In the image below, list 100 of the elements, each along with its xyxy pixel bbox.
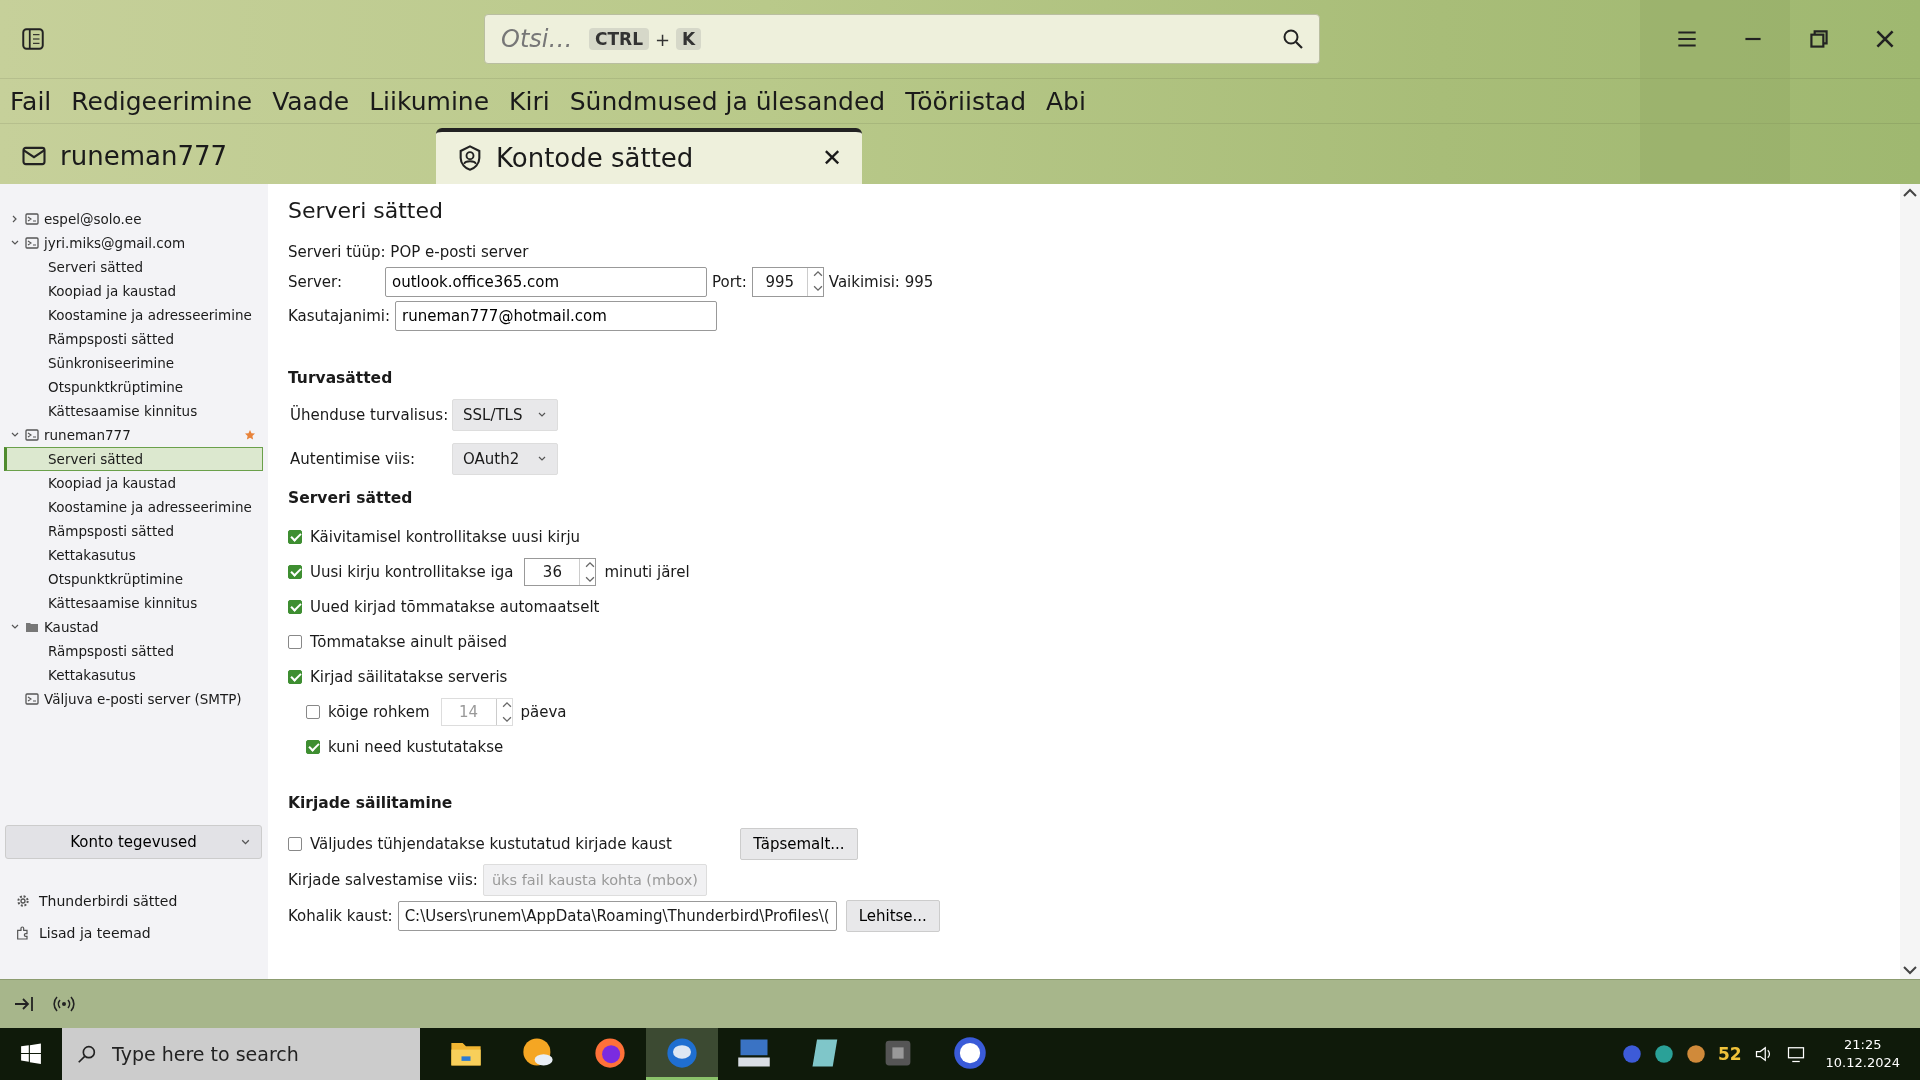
checkbox-label: kõige rohkem (328, 702, 430, 721)
settings-page-item[interactable]: Sünkroniseerimine (4, 351, 263, 375)
field-label: Server: (288, 273, 343, 291)
menu-item[interactable]: Sündmused ja ülesanded (569, 86, 886, 116)
tab[interactable]: Kontode sätted ✕ (436, 128, 862, 184)
mailbox-icon (25, 213, 39, 225)
field-label: Kirjade salvestamise viis: (288, 871, 478, 889)
menu-item[interactable]: Redigeerimine (71, 86, 253, 116)
section-heading: Serveri sätted (288, 489, 414, 507)
search-bar[interactable]: Otsi… CTRL + K (484, 14, 1320, 64)
folder-icon (25, 621, 39, 633)
menu-item[interactable]: Tööriistad (905, 86, 1026, 116)
checkbox-label: Uusi kirju kontrollitakse iga (310, 562, 514, 581)
number-spinner[interactable]: 36 (524, 557, 597, 586)
taskbar-search-input[interactable]: Type here to search (110, 1042, 414, 1066)
unit-label: minuti järel (604, 562, 690, 581)
browse-button[interactable]: Lehitse... (845, 900, 940, 932)
server-input-field[interactable]: outlook.office365.com (385, 267, 707, 297)
clock-date: 10.12.2024 (1825, 1054, 1900, 1072)
checkbox-label: Kirjad säilitatakse serveris (310, 667, 508, 686)
section-heading: Kirjade säilitamine (288, 794, 454, 812)
plus-sign: + (655, 28, 671, 50)
number-input[interactable]: 36 (525, 561, 580, 582)
puzzle-piece-icon (15, 925, 31, 941)
settings-page-item[interactable]: Kettakasutus (4, 543, 263, 567)
outbox-icon (25, 693, 39, 705)
settings-link[interactable]: Thunderbirdi sätted (39, 893, 178, 909)
menu-item[interactable]: Fail (10, 86, 52, 116)
windows-start-icon[interactable] (20, 1043, 42, 1065)
account-name: Kaustad (44, 619, 99, 635)
menu-item[interactable]: Abi (1046, 86, 1086, 116)
account-name: jyri.miks@gmail.com (44, 235, 186, 251)
settings-page-item[interactable]: Rämpsposti sätted (4, 639, 263, 663)
settings-page-item[interactable]: Kättesaamise kinnitus (4, 399, 263, 423)
field-label: Ühenduse turvalisus: (290, 406, 450, 424)
settings-page-item[interactable]: Koopiad ja kaustad (4, 471, 263, 495)
mailbox-icon (25, 237, 39, 249)
settings-page-item[interactable]: Kettakasutus (4, 663, 263, 687)
checkbox[interactable] (288, 529, 302, 544)
menu-item[interactable]: Kiri (509, 86, 550, 116)
settings-link[interactable]: Lisad ja teemad (39, 925, 151, 941)
checkbox-label: Tõmmatakse ainult päised (310, 632, 507, 651)
checkbox[interactable] (288, 599, 302, 614)
account-row[interactable]: espel@solo.ee (0, 207, 268, 231)
tray-app-icon[interactable] (1685, 1044, 1706, 1064)
checkbox-label: kuni need kustutatakse (328, 737, 504, 756)
checkbox[interactable] (306, 739, 320, 754)
menu-item[interactable]: Vaade (272, 86, 350, 116)
scrollbar[interactable] (1900, 184, 1920, 979)
close-tab-button[interactable]: ✕ (821, 144, 842, 172)
account-row[interactable]: runeman777 (0, 423, 268, 447)
checkbox[interactable] (288, 564, 302, 579)
circle-app-icon (952, 1034, 988, 1071)
settings-page-item[interactable]: Rämpsposti sätted (4, 327, 263, 351)
search-icon[interactable] (1281, 27, 1305, 51)
sidebar-toggle-icon[interactable] (20, 26, 46, 52)
settings-page-item[interactable]: Serveri sätted (4, 255, 263, 279)
settings-page-item[interactable]: Kättesaamise kinnitus (4, 591, 263, 615)
taskbar-app-button[interactable] (646, 1028, 718, 1080)
settings-page-item[interactable]: Serveri sätted (4, 447, 263, 471)
checkbox[interactable] (288, 634, 302, 649)
search-icon (76, 1043, 98, 1065)
account-actions-button[interactable]: Konto tegevused (5, 825, 262, 859)
account-row[interactable]: jyri.miks@gmail.com (0, 231, 268, 255)
checkbox-label: Käivitamisel kontrollitakse uusi kirju (310, 527, 581, 546)
clock-time: 21:25 (1844, 1036, 1882, 1054)
tab[interactable]: runeman777 (0, 128, 436, 184)
port-spinner[interactable]: 995 (751, 267, 824, 297)
settings-page-item[interactable]: Rämpsposti sätted (4, 519, 263, 543)
username-input-field[interactable]: runeman777@hotmail.com (395, 301, 718, 331)
server-type-text: Serveri tüüp: POP e-posti server (288, 243, 530, 261)
dropdown[interactable]: SSL/TLS (452, 399, 558, 431)
shortcut-key: K (676, 28, 702, 50)
default-port-text: Vaikimisi: 995 (828, 273, 934, 291)
dropdown[interactable]: OAuth2 (452, 443, 558, 475)
checkbox[interactable] (288, 837, 302, 851)
menu-item[interactable]: Liikumine (369, 86, 490, 116)
advanced-button[interactable]: Täpsemalt... (740, 828, 858, 860)
settings-page-item[interactable]: Koostamine ja adresseerimine (4, 495, 263, 519)
page-title: Serveri sätted (288, 198, 444, 223)
settings-page-item[interactable]: Otspunktkrüptimine (4, 567, 263, 591)
settings-page-item[interactable]: Koostamine ja adresseerimine (4, 303, 263, 327)
port-input[interactable]: 995 (752, 272, 807, 292)
field-label: Port: (712, 273, 747, 291)
field-label: Autentimise viis: (290, 450, 417, 468)
tray-app-icon[interactable] (1653, 1044, 1674, 1064)
search-input[interactable]: Otsi… (499, 24, 583, 54)
settings-page-item[interactable]: Otspunktkrüptimine (4, 375, 263, 399)
account-row[interactable]: Kaustad (0, 615, 268, 639)
checkbox-label: Uued kirjad tõmmatakse automaatselt (310, 597, 600, 616)
settings-page-item[interactable]: Koopiad ja kaustad (4, 279, 263, 303)
field-label: Kohalik kaust: (288, 907, 393, 925)
checkbox[interactable] (288, 669, 302, 684)
account-row[interactable]: Väljuva e-posti server (SMTP) (0, 687, 268, 711)
local-folder-field[interactable]: C:\Users\runem\AppData\Roaming\Thunderbird\Profiles\( (397, 901, 837, 931)
shortcut-key: CTRL (589, 28, 649, 50)
gear-icon (15, 893, 31, 909)
monitor-icon[interactable] (1785, 1044, 1806, 1064)
taskbar-search-bar[interactable]: Type here to search (62, 1028, 420, 1080)
tray-app-icon[interactable] (1621, 1044, 1642, 1064)
